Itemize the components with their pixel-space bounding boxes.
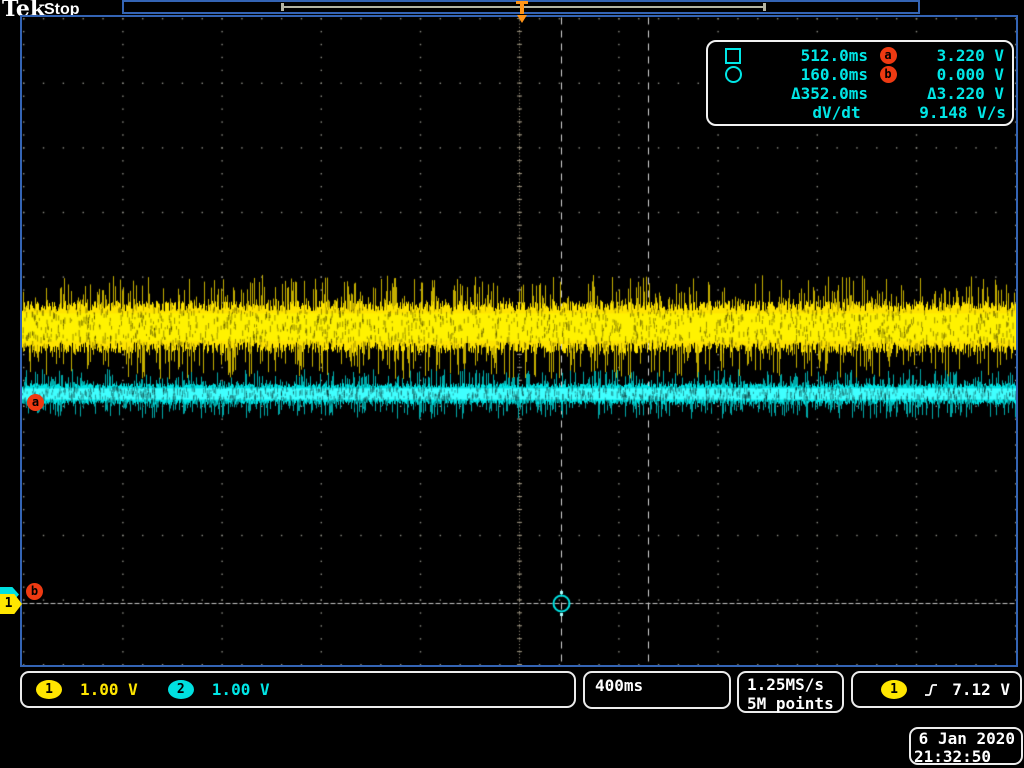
cursor1-value: 3.220 V: [936, 46, 1004, 65]
rising-edge-icon: [923, 682, 939, 698]
channel-scale-box[interactable]: 1 1.00 V 2 1.00 V: [20, 671, 576, 708]
cursor-delta-row: Δ352.0ms Δ3.220 V: [714, 84, 1006, 103]
cursor-rate-label: dV/dt: [812, 103, 861, 122]
acquisition-box[interactable]: 1.25MS/s 5M points: [737, 671, 844, 713]
cursor-readout-box: 512.0ms a 3.220 V 160.0ms b 0.000 V Δ352…: [706, 40, 1014, 126]
oscilloscope-screen: Tek Stop 512.0ms a 3.220 V 160.0ms b 0.0…: [0, 0, 1024, 768]
cursor-rate-row: dV/dt 9.148 V/s: [714, 103, 1006, 122]
circle-cursor-icon: [714, 66, 752, 83]
ch1-badge[interactable]: 1: [36, 680, 62, 699]
trigger-readout-box[interactable]: 1 7.12 V: [851, 671, 1022, 708]
ch2-badge[interactable]: 2: [167, 680, 194, 699]
cursor1-time: 512.0ms: [800, 46, 868, 65]
sample-rate: 1.25MS/s: [747, 675, 825, 694]
timebase-box[interactable]: 400ms: [583, 671, 731, 709]
cursor-a-level-marker[interactable]: a: [27, 394, 44, 411]
ch2-scale: 1.00 V: [211, 680, 270, 699]
trigger-level: 7.12 V: [952, 680, 1010, 699]
trigger-position-marker-icon[interactable]: [513, 0, 531, 25]
cursor-b-badge: b: [879, 66, 897, 83]
ch1-scale: 1.00 V: [80, 680, 138, 699]
cursor1-row: 512.0ms a 3.220 V: [714, 46, 1006, 65]
trigger-source-badge: 1: [881, 680, 907, 699]
cursor-rate-value: 9.148 V/s: [919, 103, 1006, 122]
record-length: 5M points: [747, 694, 834, 713]
datetime-box: 6 Jan 2020 21:32:50: [909, 727, 1023, 766]
cursor2-time: 160.0ms: [800, 65, 868, 84]
record-window-right-bracket: [763, 3, 766, 11]
cursor2-value: 0.000 V: [936, 65, 1004, 84]
record-window-left-bracket: [281, 3, 284, 11]
time-label: 21:32:50: [914, 747, 992, 766]
ch1-ground-marker[interactable]: 1: [0, 594, 22, 614]
square-cursor-icon: [714, 47, 752, 64]
cursor2-row: 160.0ms b 0.000 V: [714, 65, 1006, 84]
cursor-delta-value: Δ3.220 V: [926, 84, 1004, 103]
cursor-a-badge: a: [879, 47, 897, 64]
timebase-value: 400ms: [595, 676, 644, 695]
date-label: 6 Jan 2020: [918, 729, 1015, 748]
cursor-delta-time: Δ352.0ms: [790, 84, 868, 103]
cursor-b-level-marker[interactable]: b: [26, 583, 43, 600]
